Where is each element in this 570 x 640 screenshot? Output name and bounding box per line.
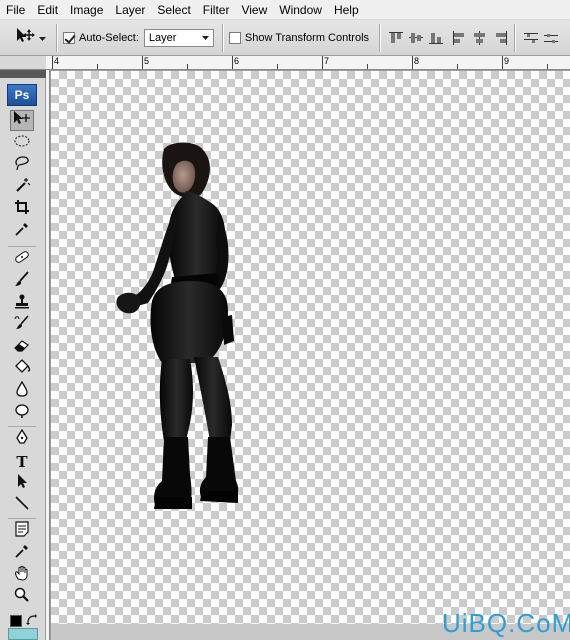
- healing-brush-tool[interactable]: [10, 249, 34, 270]
- align-horizontal-centers-icon[interactable]: [470, 28, 490, 48]
- dodge-icon: [13, 403, 31, 424]
- panel-grip[interactable]: [0, 70, 46, 78]
- menu-layer[interactable]: Layer: [109, 0, 151, 20]
- auto-select-checkbox[interactable]: [63, 31, 75, 44]
- options-separator: [379, 23, 381, 52]
- eyedropper-tool[interactable]: [10, 221, 34, 242]
- menu-bar: File Edit Image Layer Select Filter View…: [0, 0, 570, 20]
- align-right-edges-icon[interactable]: [490, 28, 510, 48]
- document-canvas[interactable]: [51, 71, 570, 624]
- ruler-ticks: [52, 56, 548, 69]
- type-tool[interactable]: T: [10, 451, 34, 472]
- dodge-tool[interactable]: [10, 403, 34, 424]
- align-bottom-edges-icon[interactable]: [426, 28, 446, 48]
- tool-preset-picker[interactable]: [14, 26, 46, 49]
- stamp-icon: [13, 293, 31, 314]
- eraser-tool[interactable]: [10, 337, 34, 358]
- quick-mask-button[interactable]: [8, 628, 38, 640]
- move-tool[interactable]: [10, 110, 34, 131]
- magnifier-icon: [13, 587, 31, 608]
- hand-tool[interactable]: [10, 565, 34, 586]
- eyedropper-sample-tool[interactable]: [10, 543, 34, 564]
- bandage-icon: [13, 249, 31, 270]
- site-watermark-logo: UiBQ.CoM: [442, 608, 570, 638]
- show-transform-checkbox[interactable]: [228, 31, 241, 44]
- crop-icon: [13, 199, 31, 220]
- auto-select-dropdown[interactable]: Layer: [143, 28, 214, 47]
- ruler-mark-7: 7: [324, 56, 330, 66]
- menu-help[interactable]: Help: [328, 0, 365, 20]
- ruler-mark-8: 8: [414, 56, 420, 66]
- align-left-edges-icon[interactable]: [450, 28, 470, 48]
- figure-layer-image: [116, 142, 239, 509]
- line-tool[interactable]: [10, 495, 34, 516]
- marquee-tool[interactable]: [10, 133, 34, 154]
- hand-icon: [13, 565, 31, 586]
- options-separator: [221, 23, 223, 52]
- auto-select-dropdown-value: Layer: [148, 31, 177, 44]
- paint-bucket-icon: [13, 359, 31, 380]
- ruler-mark-6: 6: [234, 56, 240, 66]
- horizontal-ruler[interactable]: 4 5 6 7 8 9: [46, 56, 570, 70]
- tools-panel: Ps T: [0, 70, 46, 640]
- clone-stamp-tool[interactable]: [10, 293, 34, 314]
- zoom-tool[interactable]: [10, 587, 34, 608]
- tool-separator: [8, 246, 36, 247]
- menu-edit[interactable]: Edit: [31, 0, 64, 20]
- eyedropper-icon: [13, 221, 31, 242]
- foreground-color-swatch[interactable]: [10, 615, 22, 627]
- menu-filter[interactable]: Filter: [197, 0, 236, 20]
- brush-icon: [13, 271, 31, 292]
- crop-tool[interactable]: [10, 199, 34, 220]
- menu-window[interactable]: Window: [273, 0, 328, 20]
- move-tool-icon: [14, 26, 36, 49]
- history-brush-tool[interactable]: [10, 315, 34, 336]
- path-selection-tool[interactable]: [10, 473, 34, 494]
- show-transform-label: Show Transform Controls: [244, 31, 370, 44]
- menu-file[interactable]: File: [0, 0, 31, 20]
- eraser-icon: [13, 337, 31, 358]
- type-icon: T: [16, 452, 28, 471]
- distribute-vertical-centers-icon[interactable]: [541, 28, 561, 48]
- history-brush-icon: [13, 315, 31, 336]
- tool-separator: [8, 518, 36, 519]
- options-bar: Auto-Select: Layer Show Transform Contro…: [0, 20, 570, 56]
- paint-bucket-tool[interactable]: [10, 359, 34, 380]
- move-tool-icon: [12, 110, 32, 131]
- pen-icon: [13, 428, 31, 450]
- chevron-down-icon: [201, 32, 209, 44]
- notes-tool[interactable]: [10, 521, 34, 542]
- align-vertical-centers-icon[interactable]: [406, 28, 426, 48]
- photoshop-logo[interactable]: Ps: [7, 84, 37, 106]
- tool-separator: [8, 426, 36, 427]
- ruler-mark-9: 9: [504, 56, 510, 66]
- magic-wand-icon: [13, 177, 31, 198]
- options-separator: [514, 23, 516, 52]
- note-icon: [13, 521, 31, 542]
- chevron-down-icon: [39, 29, 46, 47]
- ruler-mark-4: 4: [54, 56, 60, 66]
- menu-view[interactable]: View: [235, 0, 273, 20]
- menu-select[interactable]: Select: [151, 0, 196, 20]
- ruler-corner: [0, 56, 46, 70]
- menu-image[interactable]: Image: [64, 0, 109, 20]
- align-top-edges-icon[interactable]: [386, 28, 406, 48]
- elliptical-marquee-icon: [13, 134, 31, 153]
- pen-tool[interactable]: [10, 428, 34, 450]
- auto-select-label: Auto-Select:: [79, 31, 139, 44]
- eyedropper-icon: [13, 543, 31, 564]
- blur-tool[interactable]: [10, 380, 34, 402]
- droplet-icon: [13, 380, 31, 402]
- vertical-ruler[interactable]: [46, 70, 50, 640]
- arrow-cursor-icon: [13, 473, 31, 494]
- brush-tool[interactable]: [10, 271, 34, 292]
- line-icon: [13, 495, 31, 516]
- magic-wand-tool[interactable]: [10, 177, 34, 198]
- distribute-top-edges-icon[interactable]: [521, 28, 541, 48]
- options-separator: [56, 23, 57, 52]
- lasso-tool[interactable]: [10, 155, 34, 176]
- lasso-icon: [13, 155, 31, 176]
- ruler-mark-5: 5: [144, 56, 150, 66]
